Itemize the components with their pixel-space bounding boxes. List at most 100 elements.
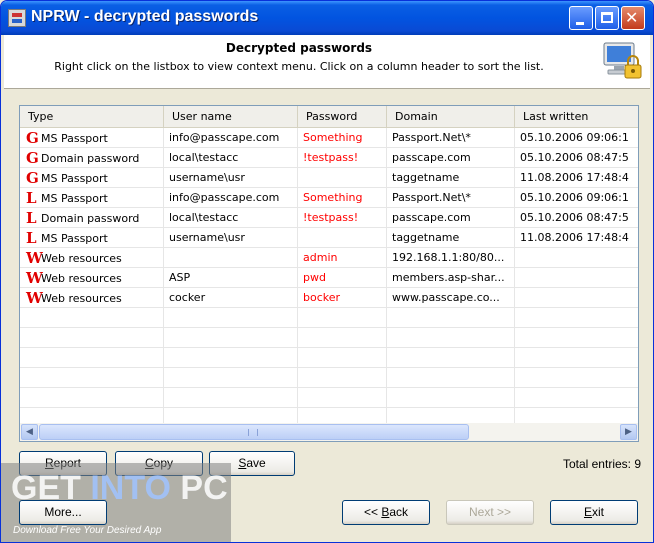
last-written-cell	[515, 288, 638, 308]
type-cell: WWeb resources	[20, 248, 164, 268]
user-cell: username\usr	[164, 168, 298, 188]
total-entries-label: Total entries: 9	[562, 457, 641, 471]
type-cell: L MS Passport	[20, 188, 164, 208]
more-button[interactable]: More...	[19, 500, 107, 525]
type-label: MS Passport	[41, 192, 108, 205]
last-written-cell	[515, 268, 638, 288]
watermark-tagline: Download Free Your Desired App	[13, 525, 162, 536]
column-header-user-name[interactable]: User name	[164, 106, 298, 128]
table-row[interactable]: WWeb resources admin 192.168.1.1:80/80..…	[20, 248, 638, 268]
table-row[interactable]: WWeb resources cocker bocker www.passcap…	[20, 288, 638, 308]
password-cell: !testpass!	[298, 148, 387, 168]
type-cell: G MS Passport	[20, 168, 164, 188]
empty-row	[20, 328, 638, 348]
maximize-button[interactable]	[595, 6, 619, 30]
list-header: Type User name Password Domain Last writ…	[20, 106, 638, 128]
password-cell: !testpass!	[298, 208, 387, 228]
password-cell: pwd	[298, 268, 387, 288]
table-row[interactable]: L Domain password local\testacc !testpass…	[20, 208, 638, 228]
title-bar[interactable]: NPRW - decrypted passwords ✕	[1, 1, 653, 35]
scroll-left-button[interactable]: ◀	[21, 424, 38, 440]
user-cell: info@passcape.com	[164, 188, 298, 208]
exit-button[interactable]: Exit	[550, 500, 638, 525]
next-button[interactable]: Next >>	[446, 500, 534, 525]
type-label: Domain password	[41, 152, 140, 165]
password-listbox[interactable]: Type User name Password Domain Last writ…	[19, 105, 639, 442]
list-rows: G MS Passport info@passcape.com Something…	[20, 128, 638, 428]
maximize-icon	[601, 12, 613, 23]
horizontal-scrollbar[interactable]: ◀ ▶	[20, 423, 638, 441]
domain-cell: taggetname	[387, 168, 515, 188]
type-letter-icon: G	[26, 129, 39, 147]
type-letter-icon: G	[26, 149, 39, 167]
password-cell	[298, 228, 387, 248]
user-cell: info@passcape.com	[164, 128, 298, 148]
type-label: MS Passport	[41, 172, 108, 185]
type-letter-icon: L	[26, 209, 37, 227]
table-row[interactable]: G MS Passport username\usr taggetname 11.…	[20, 168, 638, 188]
user-cell: username\usr	[164, 228, 298, 248]
column-header-last-written[interactable]: Last written	[515, 106, 638, 128]
back-button[interactable]: << Back	[342, 500, 430, 525]
scroll-right-button[interactable]: ▶	[620, 424, 637, 440]
close-button[interactable]: ✕	[621, 6, 645, 30]
domain-cell: www.passcape.co...	[387, 288, 515, 308]
type-label: Web resources	[41, 272, 122, 285]
type-label: MS Passport	[41, 132, 108, 145]
table-row[interactable]: L MS Passport username\usr taggetname 11.…	[20, 228, 638, 248]
scrollbar-thumb[interactable]	[39, 424, 469, 440]
column-header-password[interactable]: Password	[298, 106, 387, 128]
type-label: Domain password	[41, 212, 140, 225]
user-cell: local\testacc	[164, 148, 298, 168]
app-icon[interactable]	[8, 9, 26, 27]
header-title: Decrypted passwords	[225, 41, 373, 55]
domain-cell: Passport.Net\*	[387, 128, 515, 148]
close-icon: ✕	[625, 8, 639, 27]
last-written-cell: 11.08.2006 17:48:4	[520, 171, 629, 184]
table-row[interactable]: WWeb resources ASP pwd members.asp-shar.…	[20, 268, 638, 288]
type-cell: WWeb resources	[20, 268, 164, 288]
table-row[interactable]: G Domain password local\testacc !testpass…	[20, 148, 638, 168]
table-row[interactable]: L MS Passport info@passcape.com Something…	[20, 188, 638, 208]
last-written-cell: 05.10.2006 08:47:5	[520, 211, 629, 224]
empty-row	[20, 308, 638, 328]
type-letter-icon: W	[26, 269, 43, 287]
computer-lock-icon	[603, 42, 642, 79]
column-header-domain[interactable]: Domain	[387, 106, 515, 128]
type-letter-icon: W	[26, 289, 43, 307]
type-cell: G Domain password	[20, 148, 164, 168]
domain-cell: members.asp-shar...	[387, 268, 515, 288]
type-letter-icon: W	[26, 249, 43, 267]
password-cell: Something	[298, 188, 387, 208]
user-cell	[164, 248, 298, 268]
domain-cell: Passport.Net\*	[387, 188, 515, 208]
domain-cell: passcape.com	[387, 208, 515, 228]
minimize-icon	[576, 22, 584, 25]
type-label: MS Passport	[41, 232, 108, 245]
user-cell: cocker	[164, 288, 298, 308]
type-label: Web resources	[41, 252, 122, 265]
domain-cell: 192.168.1.1:80/80...	[387, 248, 515, 268]
column-header-type[interactable]: Type	[20, 106, 164, 128]
domain-cell: taggetname	[387, 228, 515, 248]
user-cell: local\testacc	[164, 208, 298, 228]
empty-row	[20, 388, 638, 408]
type-cell: L MS Passport	[20, 228, 164, 248]
minimize-button[interactable]	[569, 6, 593, 30]
header-panel: Decrypted passwords Right click on the l…	[4, 35, 650, 89]
main-window: NPRW - decrypted passwords ✕ Decrypted p…	[0, 0, 654, 543]
password-cell: bocker	[298, 288, 387, 308]
last-written-cell: 05.10.2006 09:06:1	[520, 191, 629, 204]
last-written-cell	[515, 248, 638, 268]
password-cell: admin	[298, 248, 387, 268]
type-cell: G MS Passport	[20, 128, 164, 148]
domain-cell: passcape.com	[387, 148, 515, 168]
type-cell: L Domain password	[20, 208, 164, 228]
header-subtitle: Right click on the listbox to view conte…	[54, 60, 544, 73]
type-label: Web resources	[41, 292, 122, 305]
table-row[interactable]: G MS Passport info@passcape.com Something…	[20, 128, 638, 148]
last-written-cell: 05.10.2006 08:47:5	[520, 151, 629, 164]
password-cell	[298, 168, 387, 188]
type-letter-icon: L	[26, 229, 37, 247]
type-cell: WWeb resources	[20, 288, 164, 308]
